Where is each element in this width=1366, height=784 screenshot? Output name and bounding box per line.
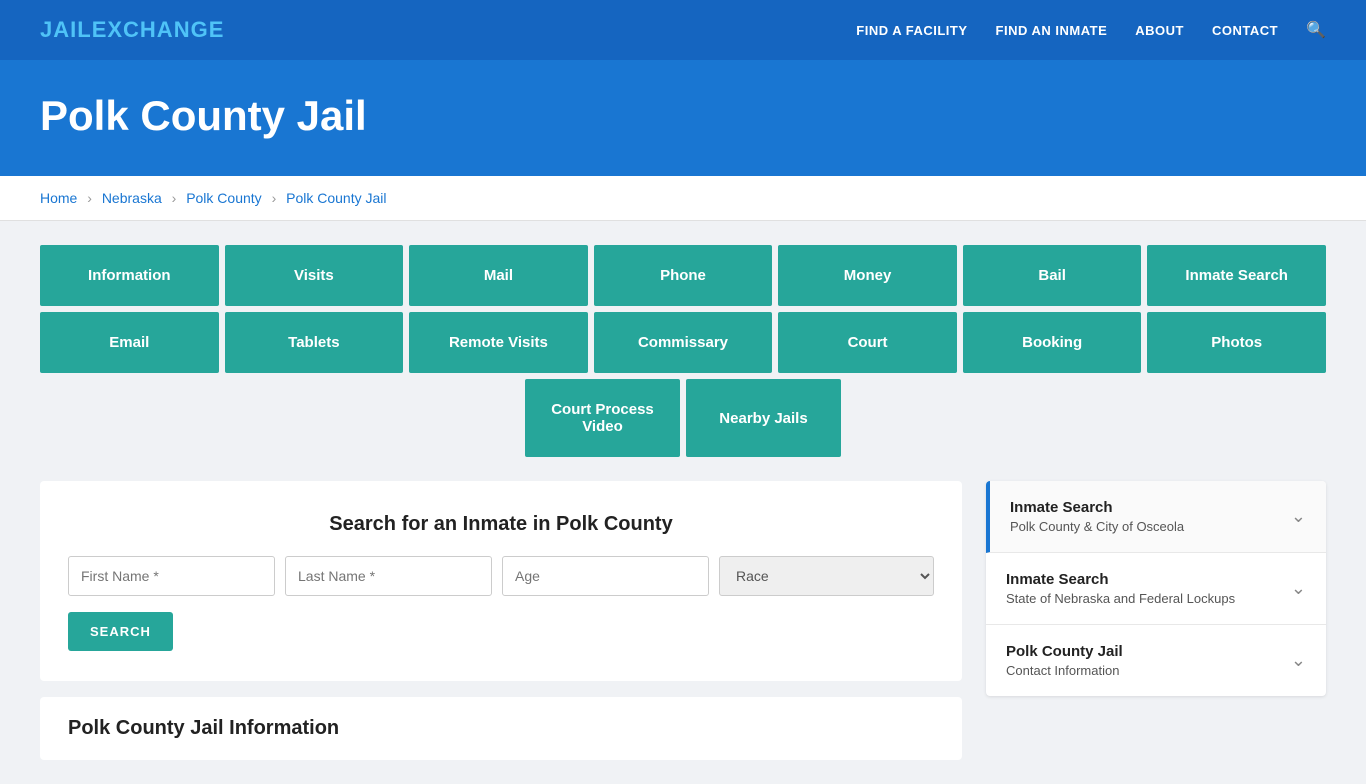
btn-booking[interactable]: Booking — [963, 312, 1142, 373]
sidebar-item-text-2: Inmate Search State of Nebraska and Fede… — [1006, 571, 1235, 606]
sidebar-item-title-2: Inmate Search — [1006, 571, 1235, 588]
btn-court-process-video[interactable]: Court Process Video — [525, 379, 680, 457]
first-name-input[interactable] — [68, 556, 275, 596]
logo-part2: EXCHANGE — [92, 17, 225, 42]
button-grid-row3: Court Process Video Nearby Jails — [40, 379, 1326, 457]
btn-money[interactable]: Money — [778, 245, 957, 306]
breadcrumb-nebraska[interactable]: Nebraska — [102, 190, 162, 206]
nav-find-facility[interactable]: FIND A FACILITY — [856, 23, 967, 38]
main-nav: FIND A FACILITY FIND AN INMATE ABOUT CON… — [856, 20, 1326, 40]
sidebar-item-title-1: Inmate Search — [1010, 499, 1184, 516]
content-row: Search for an Inmate in Polk County Race… — [40, 481, 1326, 760]
sidebar-item-text-1: Inmate Search Polk County & City of Osce… — [1010, 499, 1184, 534]
sidebar-item-inmate-search-state[interactable]: Inmate Search State of Nebraska and Fede… — [986, 553, 1326, 625]
nav-find-inmate[interactable]: FIND AN INMATE — [996, 23, 1108, 38]
btn-court[interactable]: Court — [778, 312, 957, 373]
button-grid-row2: Email Tablets Remote Visits Commissary C… — [40, 312, 1326, 373]
sidebar-item-inmate-search-polk[interactable]: Inmate Search Polk County & City of Osce… — [986, 481, 1326, 553]
breadcrumb-sep2: › — [172, 190, 177, 206]
sidebar-item-subtitle-2: State of Nebraska and Federal Lockups — [1006, 591, 1235, 606]
breadcrumb-polk-county-jail[interactable]: Polk County Jail — [286, 190, 386, 206]
main-content: Information Visits Mail Phone Money Bail… — [0, 221, 1366, 784]
btn-email[interactable]: Email — [40, 312, 219, 373]
breadcrumb-home[interactable]: Home — [40, 190, 77, 206]
sidebar-item-contact-info[interactable]: Polk County Jail Contact Information ⌄ — [986, 625, 1326, 696]
btn-remote-visits[interactable]: Remote Visits — [409, 312, 588, 373]
btn-commissary[interactable]: Commissary — [594, 312, 773, 373]
search-panel: Search for an Inmate in Polk County Race… — [40, 481, 962, 681]
sidebar: Inmate Search Polk County & City of Osce… — [986, 481, 1326, 696]
chevron-down-icon-3: ⌄ — [1291, 650, 1306, 671]
page-title: Polk County Jail — [40, 92, 1326, 140]
btn-phone[interactable]: Phone — [594, 245, 773, 306]
btn-inmate-search[interactable]: Inmate Search — [1147, 245, 1326, 306]
hero-section: Polk County Jail — [0, 60, 1366, 176]
info-section: Polk County Jail Information — [40, 697, 962, 760]
btn-tablets[interactable]: Tablets — [225, 312, 404, 373]
breadcrumb-sep1: › — [87, 190, 92, 206]
logo[interactable]: JAILEXCHANGE — [40, 17, 224, 43]
breadcrumb-polk-county[interactable]: Polk County — [186, 190, 261, 206]
sidebar-item-title-3: Polk County Jail — [1006, 643, 1123, 660]
breadcrumb: Home › Nebraska › Polk County › Polk Cou… — [0, 176, 1366, 221]
btn-bail[interactable]: Bail — [963, 245, 1142, 306]
btn-mail[interactable]: Mail — [409, 245, 588, 306]
sidebar-card: Inmate Search Polk County & City of Osce… — [986, 481, 1326, 696]
sidebar-item-subtitle-3: Contact Information — [1006, 663, 1123, 678]
logo-part1: JAIL — [40, 17, 92, 42]
search-title: Search for an Inmate in Polk County — [68, 513, 934, 536]
info-title: Polk County Jail Information — [68, 717, 934, 740]
btn-photos[interactable]: Photos — [1147, 312, 1326, 373]
nav-about[interactable]: ABOUT — [1135, 23, 1184, 38]
sidebar-item-subtitle-1: Polk County & City of Osceola — [1010, 519, 1184, 534]
button-grid-row1: Information Visits Mail Phone Money Bail… — [40, 245, 1326, 306]
race-select[interactable]: Race White Black Hispanic Asian Other — [719, 556, 934, 596]
search-button[interactable]: SEARCH — [68, 612, 173, 651]
nav-contact[interactable]: CONTACT — [1212, 23, 1278, 38]
header: JAILEXCHANGE FIND A FACILITY FIND AN INM… — [0, 0, 1366, 60]
last-name-input[interactable] — [285, 556, 492, 596]
sidebar-item-text-3: Polk County Jail Contact Information — [1006, 643, 1123, 678]
chevron-down-icon-2: ⌄ — [1291, 578, 1306, 599]
chevron-down-icon-1: ⌄ — [1291, 506, 1306, 527]
search-icon[interactable]: 🔍 — [1306, 20, 1326, 40]
search-fields: Race White Black Hispanic Asian Other — [68, 556, 934, 596]
btn-information[interactable]: Information — [40, 245, 219, 306]
btn-nearby-jails[interactable]: Nearby Jails — [686, 379, 841, 457]
btn-visits[interactable]: Visits — [225, 245, 404, 306]
breadcrumb-sep3: › — [272, 190, 277, 206]
age-input[interactable] — [502, 556, 709, 596]
